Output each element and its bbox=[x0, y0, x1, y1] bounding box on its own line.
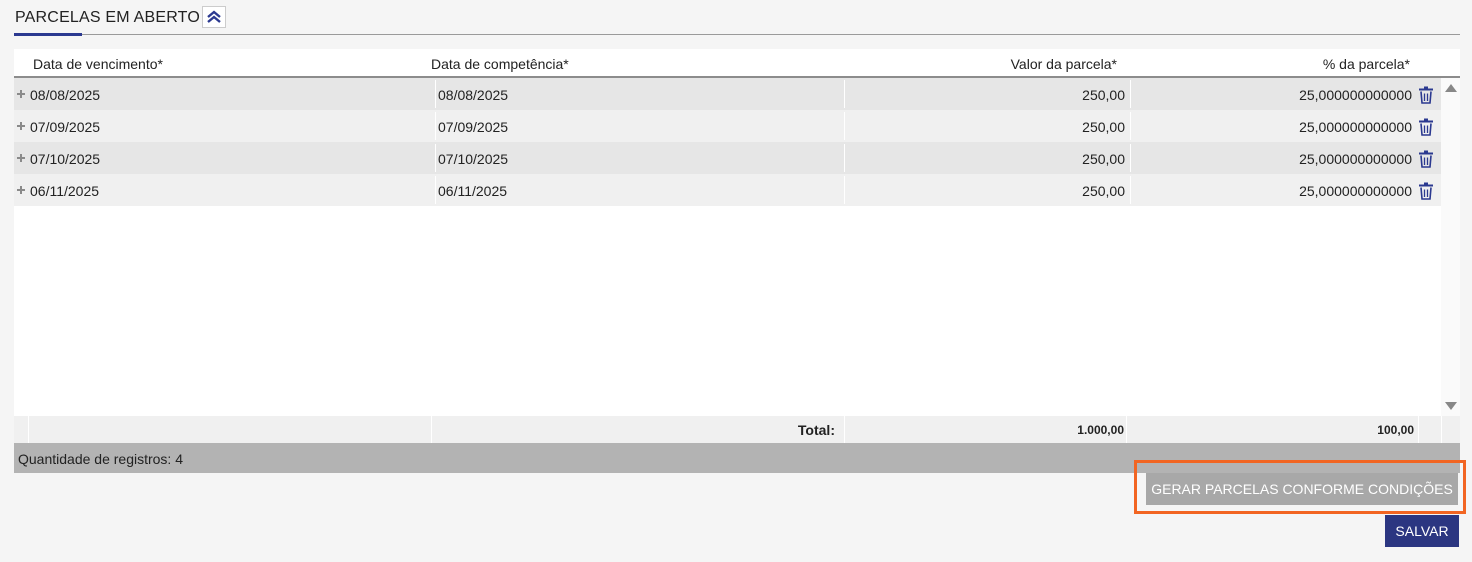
total-label: Total: bbox=[797, 422, 835, 438]
section-title: PARCELAS EM ABERTO bbox=[15, 9, 200, 26]
header-competencia[interactable]: Data de competência* bbox=[431, 56, 569, 72]
trash-icon[interactable] bbox=[1418, 150, 1434, 168]
cell-competencia[interactable]: 06/11/2025 bbox=[438, 183, 507, 199]
cell-divider bbox=[1130, 144, 1131, 172]
cell-divider bbox=[435, 144, 436, 172]
cell-divider bbox=[435, 112, 436, 140]
table-row[interactable]: 06/11/2025 06/11/2025 250,00 25,00000000… bbox=[14, 174, 1441, 206]
cell-divider bbox=[1130, 80, 1131, 108]
header-percentual[interactable]: % da parcela* bbox=[1323, 56, 1410, 72]
header-valor[interactable]: Valor da parcela* bbox=[1011, 56, 1117, 72]
expand-icon[interactable] bbox=[17, 154, 25, 162]
trash-icon[interactable] bbox=[1418, 86, 1434, 104]
scroll-up-arrow-icon[interactable] bbox=[1445, 84, 1457, 92]
collapse-button[interactable] bbox=[202, 6, 226, 28]
cell-vencimento[interactable]: 06/11/2025 bbox=[30, 183, 99, 199]
cell-divider bbox=[844, 176, 845, 204]
cell-divider bbox=[435, 80, 436, 108]
footer-divider bbox=[1441, 416, 1442, 443]
cell-valor[interactable]: 250,00 bbox=[1082, 183, 1125, 199]
cell-valor[interactable]: 250,00 bbox=[1082, 119, 1125, 135]
trash-icon[interactable] bbox=[1418, 118, 1434, 136]
table-row[interactable]: 07/09/2025 07/09/2025 250,00 25,00000000… bbox=[14, 110, 1441, 142]
cell-competencia[interactable]: 07/09/2025 bbox=[438, 119, 508, 135]
vertical-scrollbar[interactable] bbox=[1441, 78, 1460, 416]
cell-divider bbox=[844, 112, 845, 140]
cell-percentual[interactable]: 25,000000000000 bbox=[1299, 183, 1412, 199]
cell-divider bbox=[844, 144, 845, 172]
grid-rows: 08/08/2025 08/08/2025 250,00 25,00000000… bbox=[14, 78, 1441, 206]
expand-icon[interactable] bbox=[17, 122, 25, 130]
table-row[interactable]: 07/10/2025 07/10/2025 250,00 25,00000000… bbox=[14, 142, 1441, 174]
cell-divider bbox=[1130, 176, 1131, 204]
expand-icon[interactable] bbox=[17, 186, 25, 194]
cell-percentual[interactable]: 25,000000000000 bbox=[1299, 151, 1412, 167]
installments-grid: Data de vencimento* Data de competência*… bbox=[14, 49, 1460, 473]
cell-valor[interactable]: 250,00 bbox=[1082, 87, 1125, 103]
total-valor: 1.000,00 bbox=[1077, 423, 1124, 437]
footer-divider bbox=[431, 416, 432, 443]
cell-divider bbox=[435, 176, 436, 204]
footer-divider bbox=[1126, 416, 1127, 443]
title-underline bbox=[14, 34, 1460, 35]
total-percentual: 100,00 bbox=[1377, 423, 1414, 437]
cell-valor[interactable]: 250,00 bbox=[1082, 151, 1125, 167]
cell-divider bbox=[1130, 112, 1131, 140]
totals-row: Total: 1.000,00 100,00 bbox=[14, 416, 1460, 443]
table-row[interactable]: 08/08/2025 08/08/2025 250,00 25,00000000… bbox=[14, 78, 1441, 110]
header-vencimento[interactable]: Data de vencimento* bbox=[33, 56, 163, 72]
cell-competencia[interactable]: 08/08/2025 bbox=[438, 87, 508, 103]
cell-vencimento[interactable]: 07/09/2025 bbox=[30, 119, 100, 135]
record-count: Quantidade de registros: 4 bbox=[18, 451, 183, 467]
generate-installments-button[interactable]: GERAR PARCELAS CONFORME CONDIÇÕES bbox=[1146, 473, 1458, 505]
cell-percentual[interactable]: 25,000000000000 bbox=[1299, 119, 1412, 135]
save-button[interactable]: SALVAR bbox=[1385, 515, 1459, 547]
footer-divider bbox=[1418, 416, 1419, 443]
cell-vencimento[interactable]: 07/10/2025 bbox=[30, 151, 100, 167]
footer-divider bbox=[844, 416, 845, 443]
cell-vencimento[interactable]: 08/08/2025 bbox=[30, 87, 100, 103]
footer-divider bbox=[28, 416, 29, 443]
trash-icon[interactable] bbox=[1418, 182, 1434, 200]
cell-divider bbox=[844, 80, 845, 108]
chevron-double-up-icon bbox=[207, 10, 221, 23]
cell-competencia[interactable]: 07/10/2025 bbox=[438, 151, 508, 167]
cell-percentual[interactable]: 25,000000000000 bbox=[1299, 87, 1412, 103]
expand-icon[interactable] bbox=[17, 90, 25, 98]
scroll-down-arrow-icon[interactable] bbox=[1445, 402, 1457, 410]
grid-header: Data de vencimento* Data de competência*… bbox=[14, 49, 1460, 78]
title-accent bbox=[14, 33, 82, 36]
